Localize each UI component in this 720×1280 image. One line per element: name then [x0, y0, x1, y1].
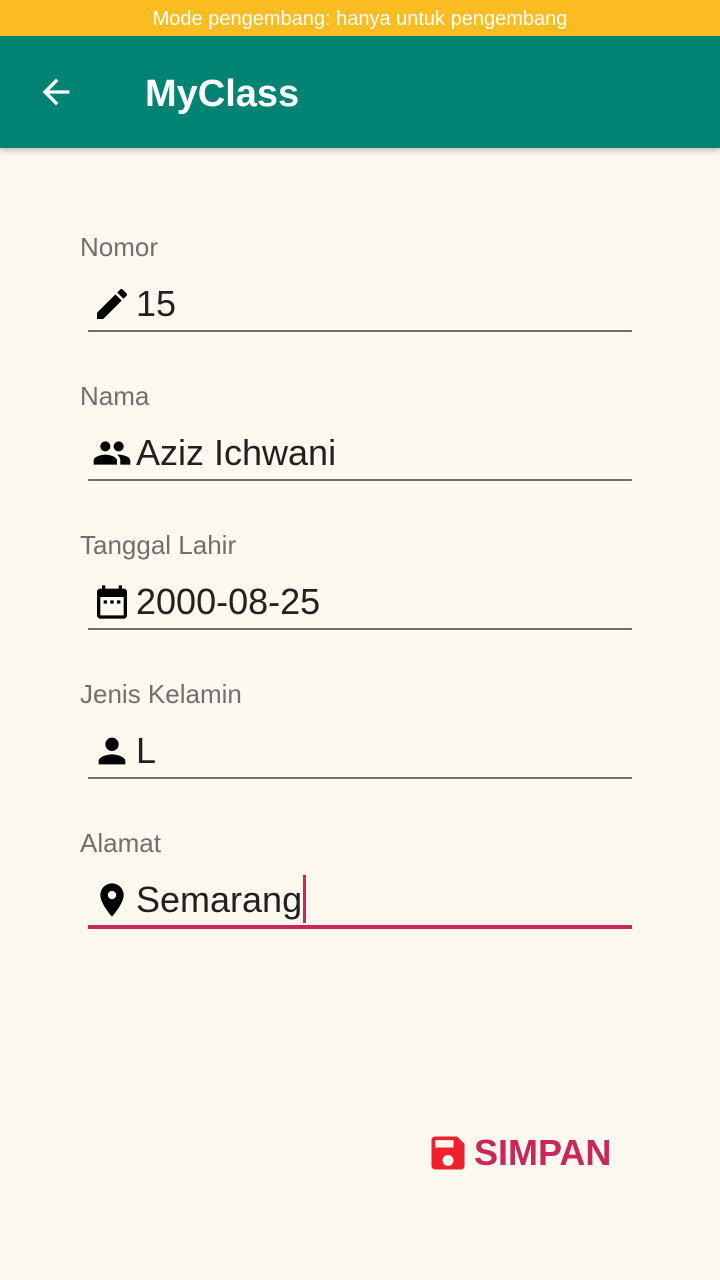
field-label-tanggal-lahir: Tanggal Lahir — [80, 530, 237, 560]
calendar-icon — [97, 585, 127, 619]
save-button[interactable]: SIMPAN — [420, 1124, 617, 1182]
field-label-alamat: Alamat — [80, 828, 161, 858]
field-label-nama: Nama — [80, 381, 150, 411]
floppy-disk-icon — [431, 1136, 465, 1170]
alamat-value: Semarang — [136, 879, 303, 920]
arrow-back-icon — [42, 78, 70, 106]
nomor-underline — [88, 330, 632, 332]
text-cursor — [303, 875, 307, 924]
field-label-jenis-kelamin: Jenis Kelamin — [80, 679, 242, 709]
save-button-label: SIMPAN — [474, 1132, 612, 1173]
tanggal-lahir-underline — [88, 628, 632, 630]
people-icon — [93, 441, 131, 465]
field-label-nomor: Nomor — [80, 232, 159, 262]
person-icon — [98, 737, 126, 765]
back-button[interactable] — [28, 64, 84, 120]
pencil-icon — [97, 288, 128, 319]
nomor-input[interactable]: 15 — [88, 278, 632, 326]
alamat-underline-focused — [88, 925, 632, 929]
app-bar: MyClass — [0, 36, 720, 148]
jenis-kelamin-input[interactable]: L — [88, 725, 632, 773]
developer-mode-banner: Mode pengembang: hanya untuk pengembang — [0, 0, 720, 36]
alamat-input[interactable]: Semarang — [88, 874, 632, 924]
jenis-kelamin-value: L — [136, 730, 157, 771]
nomor-value: 15 — [136, 283, 177, 324]
nama-value: Aziz Ichwani — [136, 432, 337, 473]
tanggal-lahir-input[interactable]: 2000-08-25 — [88, 576, 632, 624]
page-title: MyClass — [145, 73, 300, 115]
jenis-kelamin-underline — [88, 777, 632, 779]
alamat-value-wrap: Semarang — [136, 875, 307, 926]
tanggal-lahir-value: 2000-08-25 — [136, 581, 321, 622]
nama-underline — [88, 479, 632, 481]
nama-input[interactable]: Aziz Ichwani — [88, 427, 632, 475]
location-pin-icon — [100, 883, 124, 917]
